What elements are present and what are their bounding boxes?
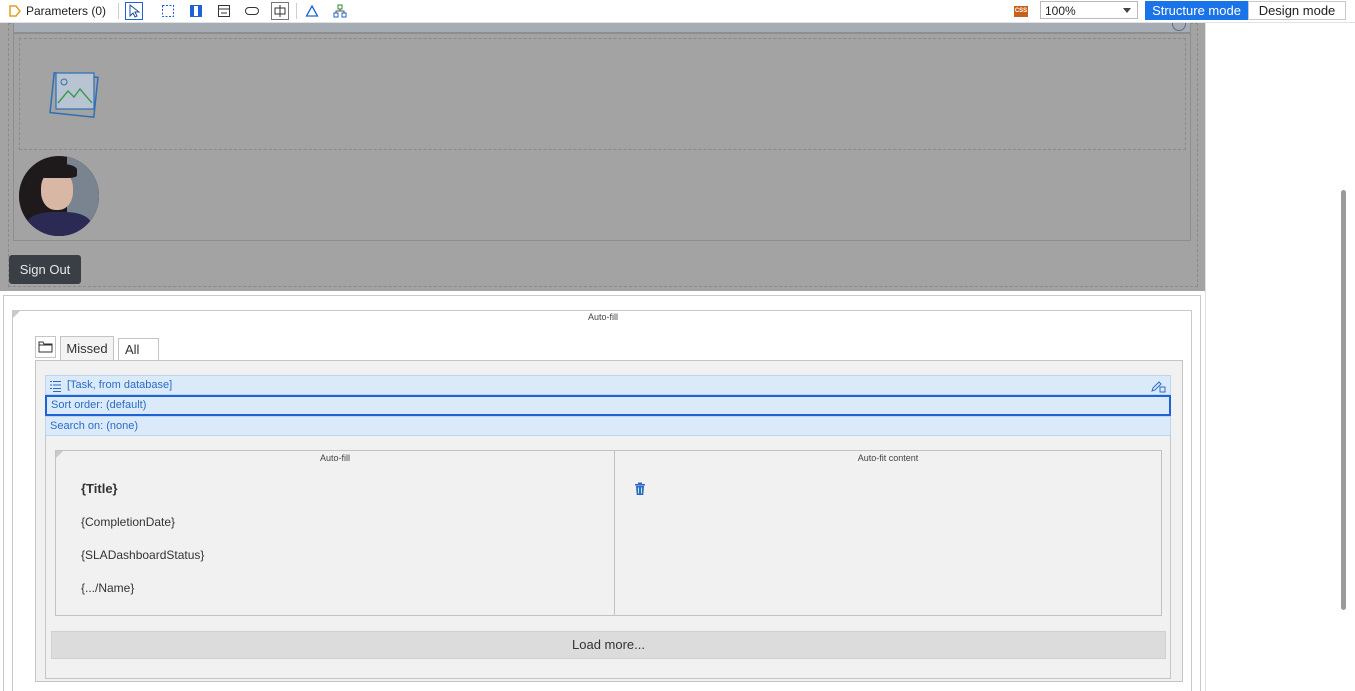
left-column-autofill-label: Auto-fill xyxy=(319,453,350,463)
folder-icon xyxy=(38,341,53,353)
user-data-view xyxy=(13,33,1191,241)
toolbar: Parameters (0) CSS 100% Structure mode D… xyxy=(0,0,1355,23)
sign-out-button[interactable]: Sign Out xyxy=(9,255,81,284)
data-view-header xyxy=(13,23,1191,33)
avatar-clothing xyxy=(27,212,91,236)
avatar-bangs xyxy=(37,164,77,178)
layout-grid-tool[interactable] xyxy=(187,2,205,20)
load-more-button[interactable]: Load more... xyxy=(51,631,1166,659)
properties-panel xyxy=(1205,23,1355,691)
autofill-label: Auto-fill xyxy=(587,312,618,322)
tab-folder-button[interactable] xyxy=(35,336,56,358)
list-icon xyxy=(50,381,61,392)
group-box-icon xyxy=(218,5,230,17)
name-field[interactable]: {.../Name} xyxy=(81,581,134,595)
vertical-scrollbar[interactable] xyxy=(1341,190,1346,610)
right-column-autofit-label: Auto-fit content xyxy=(857,453,919,463)
list-source-label: [Task, from database] xyxy=(67,379,173,391)
template-column-divider xyxy=(614,451,615,615)
sla-status-field[interactable]: {SLADashboardStatus} xyxy=(81,548,204,562)
completion-date-field[interactable]: {CompletionDate} xyxy=(81,515,175,529)
parameters-button[interactable]: Parameters (0) xyxy=(8,0,106,22)
conditional-tool[interactable] xyxy=(303,2,321,20)
search-on-row[interactable]: Search on: (none) xyxy=(45,416,1171,436)
inactive-region-overlay: Sign Out xyxy=(0,23,1205,291)
page-canvas: Sign Out Auto-fill Missed All [Task, fro… xyxy=(0,23,1205,691)
chevron-down-icon xyxy=(1123,8,1131,13)
css-button[interactable]: CSS xyxy=(1012,2,1030,20)
button-tool[interactable] xyxy=(243,2,261,20)
tab-all[interactable]: All xyxy=(118,338,159,360)
help-circle-icon[interactable] xyxy=(1172,23,1186,31)
structure-mode-button[interactable]: Structure mode xyxy=(1145,1,1248,20)
zoom-select[interactable]: 100% xyxy=(1040,1,1138,19)
design-mode-button[interactable]: Design mode xyxy=(1248,1,1346,20)
rounded-rect-icon xyxy=(245,7,259,15)
css-badge: CSS xyxy=(1014,5,1028,17)
title-field[interactable]: {Title} xyxy=(81,481,118,496)
tab-missed[interactable]: Missed xyxy=(60,336,114,360)
sort-order-row[interactable]: Sort order: (default) xyxy=(45,395,1171,416)
dashed-box-icon xyxy=(162,5,174,17)
zoom-value: 100% xyxy=(1045,4,1076,18)
toolbar-divider xyxy=(296,3,297,19)
pointer-icon xyxy=(129,4,140,18)
columns-icon xyxy=(190,5,202,17)
list-view-source-header[interactable]: [Task, from database] xyxy=(45,375,1171,395)
toolbar-divider xyxy=(118,3,119,19)
snippet-icon xyxy=(274,5,286,17)
parameters-label: Parameters (0) xyxy=(26,4,107,18)
image-placeholder-icon xyxy=(49,71,99,119)
select-pointer-tool[interactable] xyxy=(125,2,143,20)
avatar xyxy=(19,156,99,236)
image-placeholder-container xyxy=(19,38,1186,150)
tree-icon xyxy=(333,4,347,18)
triangle-icon xyxy=(305,4,319,17)
group-box-tool[interactable] xyxy=(215,2,233,20)
parameter-tag-icon xyxy=(9,5,21,17)
snippet-tool[interactable] xyxy=(271,2,289,20)
list-item-template: Auto-fill Auto-fit content xyxy=(55,450,1162,616)
tree-structure-tool[interactable] xyxy=(331,2,349,20)
edit-lock-icon[interactable] xyxy=(1150,379,1166,393)
trash-icon[interactable] xyxy=(634,482,646,496)
container-tool[interactable] xyxy=(159,2,177,20)
